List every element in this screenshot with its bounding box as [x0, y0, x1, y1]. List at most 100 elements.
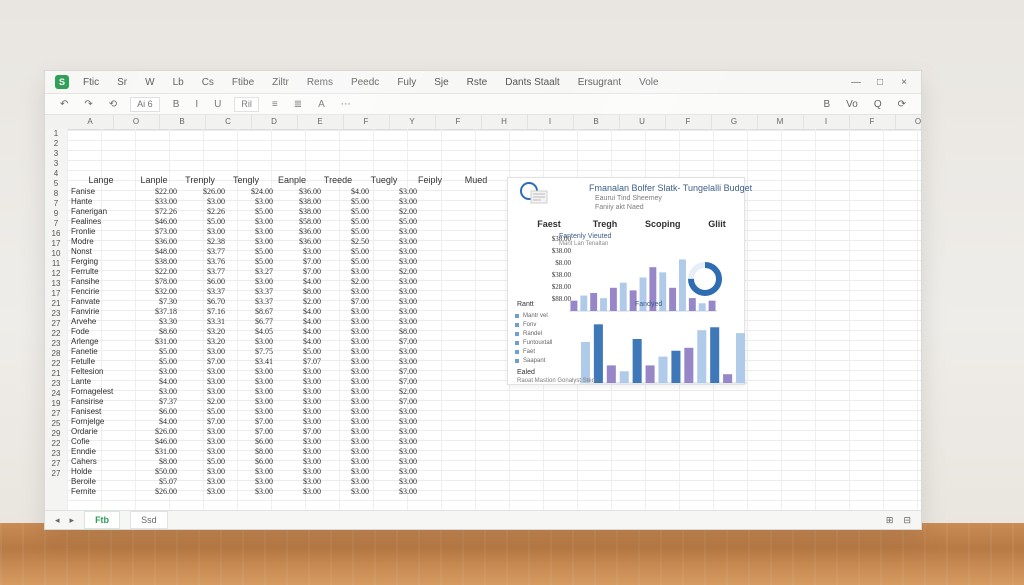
- row-label[interactable]: Fencirie: [71, 287, 131, 297]
- table-cell[interactable]: $38.00: [275, 197, 323, 207]
- table-cell[interactable]: $6.00: [131, 407, 179, 417]
- table-cell[interactable]: $2.00: [275, 297, 323, 307]
- table-cell[interactable]: $3.00: [323, 367, 371, 377]
- row-label[interactable]: Beroile: [71, 477, 131, 487]
- table-cell[interactable]: $3.00: [323, 337, 371, 347]
- table-cell[interactable]: $3.00: [275, 437, 323, 447]
- table-cell[interactable]: $7.00: [371, 367, 419, 377]
- row-label[interactable]: Fronlie: [71, 227, 131, 237]
- table-cell[interactable]: $3.37: [227, 297, 275, 307]
- table-cell[interactable]: $3.00: [275, 477, 323, 487]
- row-header[interactable]: 24: [45, 389, 67, 399]
- table-cell[interactable]: $3.00: [179, 487, 227, 497]
- table-cell[interactable]: $3.00: [323, 427, 371, 437]
- row-header[interactable]: 25: [45, 419, 67, 429]
- table-cell[interactable]: $3.00: [323, 477, 371, 487]
- table-cell[interactable]: $7.00: [371, 397, 419, 407]
- table-cell[interactable]: $3.00: [323, 287, 371, 297]
- table-cell[interactable]: $3.00: [227, 367, 275, 377]
- menu-item[interactable]: Peedc: [347, 75, 383, 90]
- table-cell[interactable]: $7.00: [323, 297, 371, 307]
- table-cell[interactable]: $3.00: [371, 247, 419, 257]
- table-cell[interactable]: $3.00: [323, 397, 371, 407]
- table-cell[interactable]: $5.00: [323, 197, 371, 207]
- table-cell[interactable]: $3.00: [227, 477, 275, 487]
- menu-item[interactable]: Rste: [463, 75, 492, 90]
- row-header[interactable]: 22: [45, 439, 67, 449]
- redo-icon[interactable]: ↷: [81, 98, 95, 111]
- align-icon[interactable]: ≡: [269, 98, 281, 111]
- row-header[interactable]: 23: [45, 379, 67, 389]
- row-header[interactable]: 3: [45, 159, 67, 169]
- table-cell[interactable]: $36.00: [275, 187, 323, 197]
- table-cell[interactable]: $3.00: [323, 317, 371, 327]
- status-icon[interactable]: ⊟: [903, 515, 911, 526]
- row-header[interactable]: 8: [45, 189, 67, 199]
- table-cell[interactable]: $3.00: [179, 427, 227, 437]
- menu-item[interactable]: Ftibe: [228, 75, 258, 90]
- table-cell[interactable]: $4.00: [275, 337, 323, 347]
- toolbar-extra[interactable]: ⟳: [895, 98, 909, 111]
- row-label[interactable]: Enndie: [71, 447, 131, 457]
- table-cell[interactable]: $6.00: [227, 457, 275, 467]
- table-cell[interactable]: $3.00: [371, 437, 419, 447]
- table-cell[interactable]: $8.67: [227, 307, 275, 317]
- table-cell[interactable]: $3.00: [131, 367, 179, 377]
- table-cell[interactable]: $3.00: [275, 457, 323, 467]
- row-header[interactable]: 22: [45, 359, 67, 369]
- row-label[interactable]: Cofie: [71, 437, 131, 447]
- row-label[interactable]: Fornjelge: [71, 417, 131, 427]
- table-cell[interactable]: $3.27: [227, 267, 275, 277]
- sheet-nav-left-icon[interactable]: ◂: [55, 515, 60, 526]
- table-cell[interactable]: $4.00: [275, 277, 323, 287]
- row-header[interactable]: 23: [45, 449, 67, 459]
- table-cell[interactable]: $6.00: [227, 437, 275, 447]
- table-cell[interactable]: $3.00: [323, 457, 371, 467]
- sheet-nav-right-icon[interactable]: ▸: [70, 515, 75, 526]
- table-cell[interactable]: $36.00: [275, 227, 323, 237]
- table-cell[interactable]: $3.00: [179, 447, 227, 457]
- row-label[interactable]: Cahers: [71, 457, 131, 467]
- table-cell[interactable]: $2.26: [179, 207, 227, 217]
- table-cell[interactable]: $4.00: [131, 417, 179, 427]
- menu-item[interactable]: Sr: [113, 75, 131, 90]
- table-cell[interactable]: $8.00: [227, 447, 275, 457]
- table-cell[interactable]: $8.00: [131, 457, 179, 467]
- row-label[interactable]: Lante: [71, 377, 131, 387]
- table-cell[interactable]: $3.00: [179, 197, 227, 207]
- table-cell[interactable]: $22.00: [131, 267, 179, 277]
- table-cell[interactable]: $3.00: [323, 447, 371, 457]
- table-cell[interactable]: $3.00: [323, 487, 371, 497]
- table-cell[interactable]: $3.00: [227, 337, 275, 347]
- table-cell[interactable]: $38.00: [131, 257, 179, 267]
- table-cell[interactable]: $4.05: [227, 327, 275, 337]
- column-header[interactable]: D: [251, 115, 298, 129]
- table-cell[interactable]: $3.00: [227, 397, 275, 407]
- row-label[interactable]: Fanetie: [71, 347, 131, 357]
- table-cell[interactable]: $3.31: [179, 317, 227, 327]
- table-cell[interactable]: $3.00: [371, 197, 419, 207]
- close-icon[interactable]: ×: [897, 77, 911, 88]
- table-cell[interactable]: $5.00: [323, 257, 371, 267]
- table-cell[interactable]: $3.00: [227, 227, 275, 237]
- table-cell[interactable]: $3.00: [179, 377, 227, 387]
- table-cell[interactable]: $31.00: [131, 337, 179, 347]
- table-cell[interactable]: $5.00: [323, 207, 371, 217]
- table-cell[interactable]: $3.37: [227, 287, 275, 297]
- table-cell[interactable]: $2.00: [179, 397, 227, 407]
- table-cell[interactable]: $3.00: [323, 347, 371, 357]
- table-cell[interactable]: $3.00: [179, 477, 227, 487]
- table-cell[interactable]: $3.00: [371, 227, 419, 237]
- column-header[interactable]: I: [803, 115, 850, 129]
- menu-item[interactable]: Cs: [198, 75, 218, 90]
- table-cell[interactable]: $3.00: [179, 437, 227, 447]
- table-cell[interactable]: $3.00: [371, 357, 419, 367]
- menu-item[interactable]: Ftic: [79, 75, 103, 90]
- row-header[interactable]: 10: [45, 249, 67, 259]
- table-cell[interactable]: $3.00: [371, 417, 419, 427]
- maximize-icon[interactable]: □: [873, 77, 887, 88]
- table-cell[interactable]: $4.00: [323, 187, 371, 197]
- table-cell[interactable]: $3.00: [275, 367, 323, 377]
- row-label[interactable]: Modre: [71, 237, 131, 247]
- table-cell[interactable]: $6.77: [227, 317, 275, 327]
